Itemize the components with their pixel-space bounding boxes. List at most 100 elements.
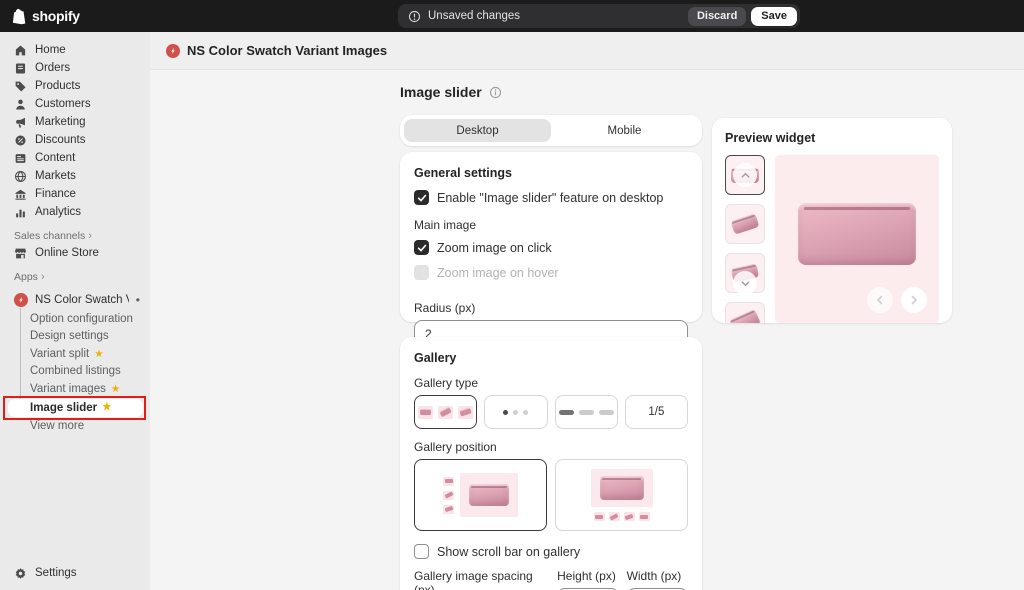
sidebar-item-orders[interactable]: Orders: [0, 59, 150, 77]
analytics-icon: [14, 206, 27, 219]
preview-thumbnails: [725, 155, 765, 323]
tab-desktop[interactable]: Desktop: [404, 119, 551, 142]
sidebar-item-settings[interactable]: Settings: [0, 563, 77, 583]
checkbox-checked-icon[interactable]: [414, 190, 429, 205]
tab-mobile[interactable]: Mobile: [551, 119, 698, 142]
gallery-position-option-bottom[interactable]: [555, 459, 688, 531]
app-options-dot-icon[interactable]: •: [136, 293, 140, 307]
preview-prev-button[interactable]: [867, 287, 893, 313]
preview-widget-card: Preview widget: [712, 118, 952, 323]
content-area: Image slider Desktop Mobile General sett…: [150, 70, 1024, 590]
gallery-card: Gallery Gallery type 1/5 Gallery po: [400, 337, 702, 590]
discounts-icon: [14, 134, 27, 147]
general-settings-card: General settings Enable "Image slider" f…: [400, 152, 702, 322]
chevron-right-icon: ›: [88, 230, 92, 242]
zoom-hover-checkbox-row: Zoom image on hover: [414, 265, 688, 280]
preview-widget-heading: Preview widget: [725, 131, 939, 145]
gallery-size-fields: Gallery image spacing (px) Height (px) W…: [414, 569, 688, 590]
preview-thumbnail-4[interactable]: [725, 302, 765, 323]
products-icon: [14, 80, 27, 93]
sidebar-item-image-slider[interactable]: Image slider★: [8, 399, 143, 417]
sidebar-item-markets[interactable]: Markets: [0, 167, 150, 185]
enable-slider-checkbox-row[interactable]: Enable "Image slider" feature on desktop: [414, 190, 688, 205]
main-image-label: Main image: [414, 218, 688, 232]
sidebar-item-marketing[interactable]: Marketing: [0, 113, 150, 131]
checkbox-disabled-icon: [414, 265, 429, 280]
sidebar-item-online-store[interactable]: Online Store: [0, 244, 150, 262]
sidebar-item-finance[interactable]: Finance: [0, 185, 150, 203]
gallery-heading: Gallery: [414, 351, 688, 365]
preview-main-image: [775, 155, 939, 323]
main-area: NS Color Swatch Variant Images Image sli…: [150, 32, 1024, 590]
save-button[interactable]: Save: [751, 7, 797, 26]
markets-icon: [14, 170, 27, 183]
info-icon[interactable]: [489, 86, 502, 99]
radius-label: Radius (px): [414, 301, 688, 315]
sidebar-item-option-configuration[interactable]: Option configuration: [0, 310, 150, 328]
thumbnails-scroll-down-button[interactable]: [733, 271, 757, 295]
zoom-click-checkbox-row[interactable]: Zoom image on click: [414, 240, 688, 255]
sidebar-item-view-more[interactable]: View more: [0, 418, 150, 436]
orders-icon: [14, 62, 27, 75]
chevron-down-icon: [740, 278, 751, 289]
sidebar-item-analytics[interactable]: Analytics: [0, 203, 150, 221]
product-pouch-image: [798, 203, 916, 265]
finance-icon: [14, 188, 27, 201]
discard-button[interactable]: Discard: [688, 7, 746, 26]
sidebar-item-variant-images[interactable]: Variant images★: [0, 380, 150, 398]
unsaved-changes-label: Unsaved changes: [428, 10, 688, 22]
height-label: Height (px): [557, 569, 618, 583]
checkbox-checked-icon[interactable]: [414, 240, 429, 255]
ns-app-icon: [14, 293, 28, 307]
show-scrollbar-checkbox-row[interactable]: Show scroll bar on gallery: [414, 544, 688, 559]
marketing-icon: [14, 116, 27, 129]
gallery-type-option-thumbnails[interactable]: [414, 395, 477, 429]
alert-icon: [408, 10, 421, 23]
content-icon: [14, 152, 27, 165]
apps-section[interactable]: Apps›: [0, 269, 150, 285]
device-tabs: Desktop Mobile: [400, 115, 702, 146]
sidebar-item-content[interactable]: Content: [0, 149, 150, 167]
width-label: Width (px): [627, 569, 688, 583]
home-icon: [14, 44, 27, 57]
ns-app-icon: [166, 44, 180, 58]
sidebar-item-design-settings[interactable]: Design settings: [0, 328, 150, 346]
shopify-bag-icon: [12, 8, 27, 25]
app-header: NS Color Swatch Variant Images: [150, 32, 1024, 70]
sidebar-item-combined-listings[interactable]: Combined listings: [0, 363, 150, 381]
unsaved-changes-bar: Unsaved changes Discard Save: [398, 4, 800, 28]
checkbox-unchecked-icon[interactable]: [414, 544, 429, 559]
gallery-type-option-fraction[interactable]: 1/5: [625, 395, 688, 429]
thumbnails-scroll-up-button[interactable]: [733, 163, 757, 187]
sidebar-item-variant-split[interactable]: Variant split★: [0, 345, 150, 363]
customers-icon: [14, 98, 27, 111]
shopify-logo[interactable]: shopify: [12, 0, 80, 32]
gallery-position-option-left[interactable]: [414, 459, 547, 531]
star-icon: ★: [94, 349, 103, 360]
app-title: NS Color Swatch Variant Images: [187, 43, 387, 58]
gallery-position-options: [414, 459, 688, 531]
gallery-type-option-dots[interactable]: [484, 395, 547, 429]
sidebar-item-discounts[interactable]: Discounts: [0, 131, 150, 149]
gallery-type-options: 1/5: [414, 395, 688, 429]
shopify-wordmark: shopify: [32, 8, 80, 24]
sidebar: Home Orders Products Customers Marketing…: [0, 32, 150, 590]
general-settings-heading: General settings: [414, 166, 688, 180]
topbar: shopify Unsaved changes Discard Save: [0, 0, 1024, 32]
gallery-position-label: Gallery position: [414, 440, 688, 454]
preview-thumbnail-2[interactable]: [725, 204, 765, 244]
chevron-left-icon: [874, 294, 886, 306]
star-icon: ★: [102, 402, 111, 413]
sidebar-item-products[interactable]: Products: [0, 77, 150, 95]
gallery-type-label: Gallery type: [414, 376, 688, 390]
sidebar-item-home[interactable]: Home: [0, 41, 150, 59]
preview-next-button[interactable]: [901, 287, 927, 313]
sidebar-item-ns-color-swatch-app[interactable]: NS Color Swatch Vari... •: [0, 290, 150, 310]
gear-icon: [14, 567, 27, 580]
page-title: Image slider: [400, 84, 502, 100]
gallery-type-option-dashes[interactable]: [555, 395, 618, 429]
chevron-right-icon: [908, 294, 920, 306]
sales-channels-section[interactable]: Sales channels›: [0, 228, 150, 244]
storefront-icon: [14, 247, 27, 260]
sidebar-item-customers[interactable]: Customers: [0, 95, 150, 113]
